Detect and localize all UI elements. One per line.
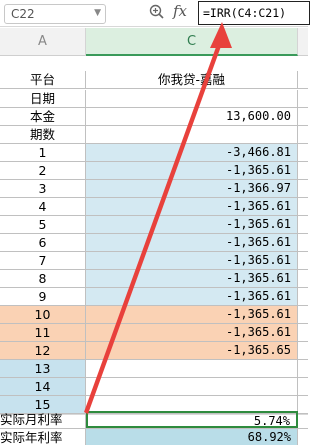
cell-d[interactable] [298,216,308,233]
table-row: 11 -1,365.61 [0,324,308,342]
table-row: 8 -1,365.61 [0,270,308,288]
table-row: 期数 [0,126,308,144]
cell-d[interactable] [298,378,308,395]
table-row: 12 -1,365.65 [0,342,308,360]
cell-a-period[interactable]: 10 [0,306,86,323]
cell-a-label[interactable]: 日期 [0,90,86,107]
table-row: 3 -1,366.97 [0,180,308,198]
cell-d[interactable] [298,71,308,88]
cell-d[interactable] [298,306,308,323]
table-row: 2 -1,365.61 [0,162,308,180]
name-box-value: C22 [11,7,35,21]
cell-d[interactable] [298,270,308,287]
cell-c-payment[interactable]: -1,365.61 [86,270,298,287]
cell-c-payment[interactable]: -1,366.97 [86,180,298,197]
table-row: 10 -1,365.61 [0,306,308,324]
cell-c-value[interactable] [86,90,298,107]
cell-d[interactable] [298,126,308,143]
cell-d[interactable] [298,144,308,161]
formula-bar: C22 ▼ fx =IRR(C4:C21) [0,0,310,27]
cell-c-payment[interactable]: -1,365.61 [86,162,298,179]
cell-a-label[interactable]: 期数 [0,126,86,143]
cell-a-period[interactable]: 4 [0,198,86,215]
cell-d[interactable] [298,180,308,197]
annual-rate-cell[interactable]: 68.92% [86,429,298,445]
cell-a-period[interactable]: 13 [0,360,86,377]
table-row: 13 [0,360,308,378]
cell-d[interactable] [298,252,308,269]
table-row: 实际年利率 68.92% [0,429,308,445]
table-row: 4 -1,365.61 [0,198,308,216]
table-row: 实际月利率 5.74% [0,411,308,429]
cell-a-label[interactable]: 本金 [0,108,86,125]
cell-c-value[interactable] [86,126,298,143]
cell-c-payment[interactable]: -3,466.81 [86,144,298,161]
fx-icon[interactable]: fx [173,2,187,20]
cell-c-payment[interactable]: -1,365.61 [86,288,298,305]
cell-a-period[interactable]: 8 [0,270,86,287]
table-row: 平台 你我贷-嘉融 [0,71,308,89]
cell-a-label[interactable]: 实际年利率 [0,429,86,445]
cell-c-payment[interactable] [86,360,298,377]
table-row: 6 -1,365.61 [0,234,308,252]
cell-d[interactable] [298,234,308,251]
cell-a-label[interactable]: 实际月利率 [0,411,86,428]
cell-a-period[interactable]: 5 [0,216,86,233]
zoom-icon[interactable] [148,3,166,21]
table-row: 日期 [0,90,308,108]
column-headers: A C [0,28,308,56]
cell-c-value[interactable]: 13,600.00 [86,108,298,125]
cell-d[interactable] [298,342,308,359]
cell-c-payment[interactable]: -1,365.61 [86,306,298,323]
table-row: 1 -3,466.81 [0,144,308,162]
cell-c-payment[interactable]: -1,365.61 [86,252,298,269]
name-box[interactable]: C22 ▼ [4,4,106,24]
cell-d[interactable] [298,360,308,377]
cell-a-period[interactable]: 7 [0,252,86,269]
cell-c-payment[interactable]: -1,365.61 [86,234,298,251]
cell-d[interactable] [298,429,308,445]
cell-c-header[interactable]: 你我贷-嘉融 [86,71,298,88]
table-row: 9 -1,365.61 [0,288,308,306]
cell-a-period[interactable]: 11 [0,324,86,341]
cell-d[interactable] [298,108,308,125]
cell-d[interactable] [298,162,308,179]
cell-a-period[interactable]: 6 [0,234,86,251]
column-header-a[interactable]: A [0,28,86,56]
cell-d[interactable] [298,324,308,341]
cell-a-period[interactable]: 1 [0,144,86,161]
column-header-c[interactable]: C [86,28,298,56]
cell-c-payment[interactable]: -1,365.61 [86,324,298,341]
cell-a-label[interactable]: 平台 [0,71,86,88]
formula-input[interactable]: =IRR(C4:C21) [198,1,310,25]
cell-a-period[interactable]: 12 [0,342,86,359]
chevron-down-icon[interactable]: ▼ [94,8,101,18]
column-header-d[interactable] [298,28,308,56]
cell-a-period[interactable]: 3 [0,180,86,197]
table-row: 本金 13,600.00 [0,108,308,126]
table-row: 7 -1,365.61 [0,252,308,270]
cell-a-period[interactable]: 14 [0,378,86,395]
table-row: 14 [0,378,308,396]
table-row: 5 -1,365.61 [0,216,308,234]
cell-d[interactable] [298,411,308,428]
cell-a-period[interactable]: 2 [0,162,86,179]
cell-d[interactable] [298,288,308,305]
cell-d[interactable] [298,90,308,107]
cell-c-payment[interactable]: -1,365.65 [86,342,298,359]
monthly-rate-cell[interactable]: 5.74% [86,411,298,428]
cell-c-payment[interactable]: -1,365.61 [86,216,298,233]
cell-a-period[interactable]: 9 [0,288,86,305]
cell-c-payment[interactable]: -1,365.61 [86,198,298,215]
cell-d[interactable] [298,198,308,215]
cell-c-payment[interactable] [86,378,298,395]
